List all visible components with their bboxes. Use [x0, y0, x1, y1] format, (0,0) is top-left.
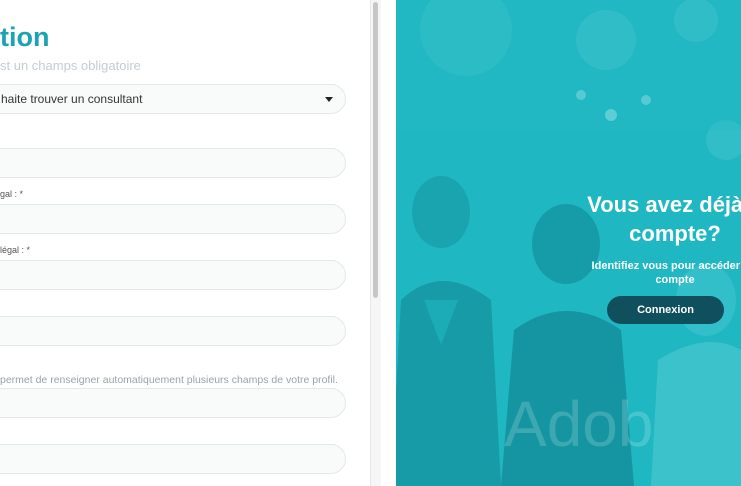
text-field-1[interactable] [0, 148, 346, 178]
promo-subtitle-line-1: Identifiez vous pour accéder à v [591, 260, 741, 272]
promo-title: Vous avez déjà u compte? [565, 190, 741, 248]
form-scrollbar[interactable] [370, 0, 381, 486]
field-label-3: légal : * [0, 245, 31, 255]
text-field-4[interactable] [0, 316, 346, 346]
promo-subtitle: Identifiez vous pour accéder à v compte [555, 259, 741, 287]
autofill-hint: permet de renseigner automatiquement plu… [0, 374, 338, 386]
promo-title-line-1: Vous avez déjà u [587, 192, 741, 217]
role-select[interactable]: haite trouver un consultant [0, 84, 346, 114]
form-title: tion [0, 22, 50, 52]
registration-page: tion st un champs obligatoire haite trou… [0, 0, 741, 486]
field-label-2: gal : * [0, 189, 24, 199]
promo-title-line-2: compte? [629, 221, 721, 246]
connexion-button[interactable]: Connexion [607, 296, 724, 324]
required-fields-note: st un champs obligatoire [0, 58, 141, 73]
promo-subtitle-line-2: compte [655, 274, 695, 286]
caret-down-icon [325, 97, 333, 102]
text-field-2[interactable] [0, 204, 346, 234]
watermark-text: Adob [504, 388, 653, 460]
text-field-6[interactable] [0, 444, 346, 474]
text-field-3[interactable] [0, 260, 346, 290]
role-select-value: haite trouver un consultant [1, 92, 143, 106]
login-promo-panel: Adob Vous avez déjà u compte? Identifiez… [396, 0, 741, 486]
scrollbar-thumb[interactable] [373, 2, 378, 298]
registration-form: tion st un champs obligatoire haite trou… [0, 0, 370, 486]
text-field-5[interactable] [0, 388, 346, 418]
